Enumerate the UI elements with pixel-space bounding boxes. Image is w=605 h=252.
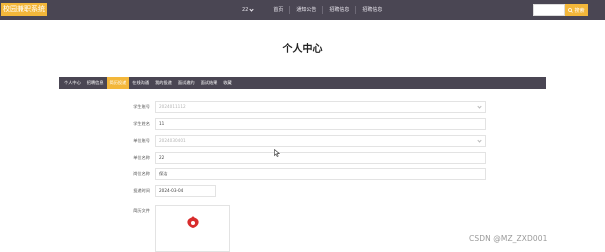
nav-jobs[interactable]: 招聘信息 <box>322 6 355 14</box>
nav-notices[interactable]: 通知公告 <box>289 6 322 14</box>
search-button-label: 搜索 <box>574 7 585 14</box>
field-value: 2024030401 <box>159 138 186 143</box>
tab-favorites[interactable]: 收藏 <box>220 77 234 89</box>
page-title: 个人中心 <box>282 44 323 55</box>
mouse-cursor-icon <box>274 149 280 157</box>
search-icon <box>568 7 574 13</box>
user-menu[interactable]: 22 <box>242 6 254 13</box>
chevron-down-icon <box>249 6 254 12</box>
field-label: 学生姓名 <box>133 121 150 126</box>
main-nav: 22 首页 通知公告 招聘信息 招聘信息 <box>242 0 388 20</box>
nav-home[interactable]: 首页 <box>267 6 289 14</box>
file-icon <box>187 216 199 228</box>
watermark: CSDN @MZ_ZXD001 <box>469 234 548 243</box>
search-input[interactable] <box>533 4 565 16</box>
tab-resume-submission[interactable]: 简历投递 <box>106 77 130 89</box>
site-logo[interactable]: 校园兼职系统 <box>1 3 47 16</box>
center-tabs: 个人中心 招聘信息 简历投递 在线沟通 我的投递 面试邀约 面试结果 收藏 <box>59 77 546 89</box>
submit-time-date-field[interactable]: 2024-03-04 <box>155 185 216 197</box>
tab-interview-invites[interactable]: 面试邀约 <box>175 77 198 89</box>
student-account-select[interactable]: 2024011112 <box>155 101 486 113</box>
field-value: 2024-03-04 <box>159 188 184 193</box>
tab-my-submissions[interactable]: 我的投递 <box>152 77 175 89</box>
field-label: 岗位名称 <box>133 171 150 176</box>
tab-personal-center[interactable]: 个人中心 <box>61 77 84 89</box>
resume-file-upload[interactable] <box>155 205 230 252</box>
tab-interview-results[interactable]: 面试结果 <box>198 77 221 89</box>
field-label: 单位账号 <box>133 138 150 143</box>
student-name-field[interactable]: 11 <box>155 118 486 130</box>
field-label: 单位名称 <box>133 155 150 160</box>
field-label: 简历文件 <box>133 208 150 213</box>
field-value: 2024011112 <box>159 104 186 109</box>
field-label: 投递时间 <box>133 188 150 193</box>
field-label: 学生账号 <box>133 104 150 109</box>
top-navbar: 校园兼职系统 22 首页 通知公告 招聘信息 招聘信息 搜索 <box>0 0 605 20</box>
field-value: 22 <box>159 155 165 160</box>
nav-jobs-2[interactable]: 招聘信息 <box>355 6 388 14</box>
company-account-select[interactable]: 2024030401 <box>155 135 486 147</box>
position-name-field[interactable]: 保洁 <box>155 168 486 180</box>
search-button[interactable]: 搜索 <box>565 4 588 16</box>
username: 22 <box>242 7 249 13</box>
chevron-down-icon <box>477 138 482 143</box>
company-name-field[interactable]: 22 <box>155 152 486 164</box>
field-value: 11 <box>159 121 165 126</box>
tab-jobs[interactable]: 招聘信息 <box>84 77 107 89</box>
tab-online-chat[interactable]: 在线沟通 <box>129 77 152 89</box>
chevron-down-icon <box>477 104 482 109</box>
field-value: 保洁 <box>159 171 168 176</box>
